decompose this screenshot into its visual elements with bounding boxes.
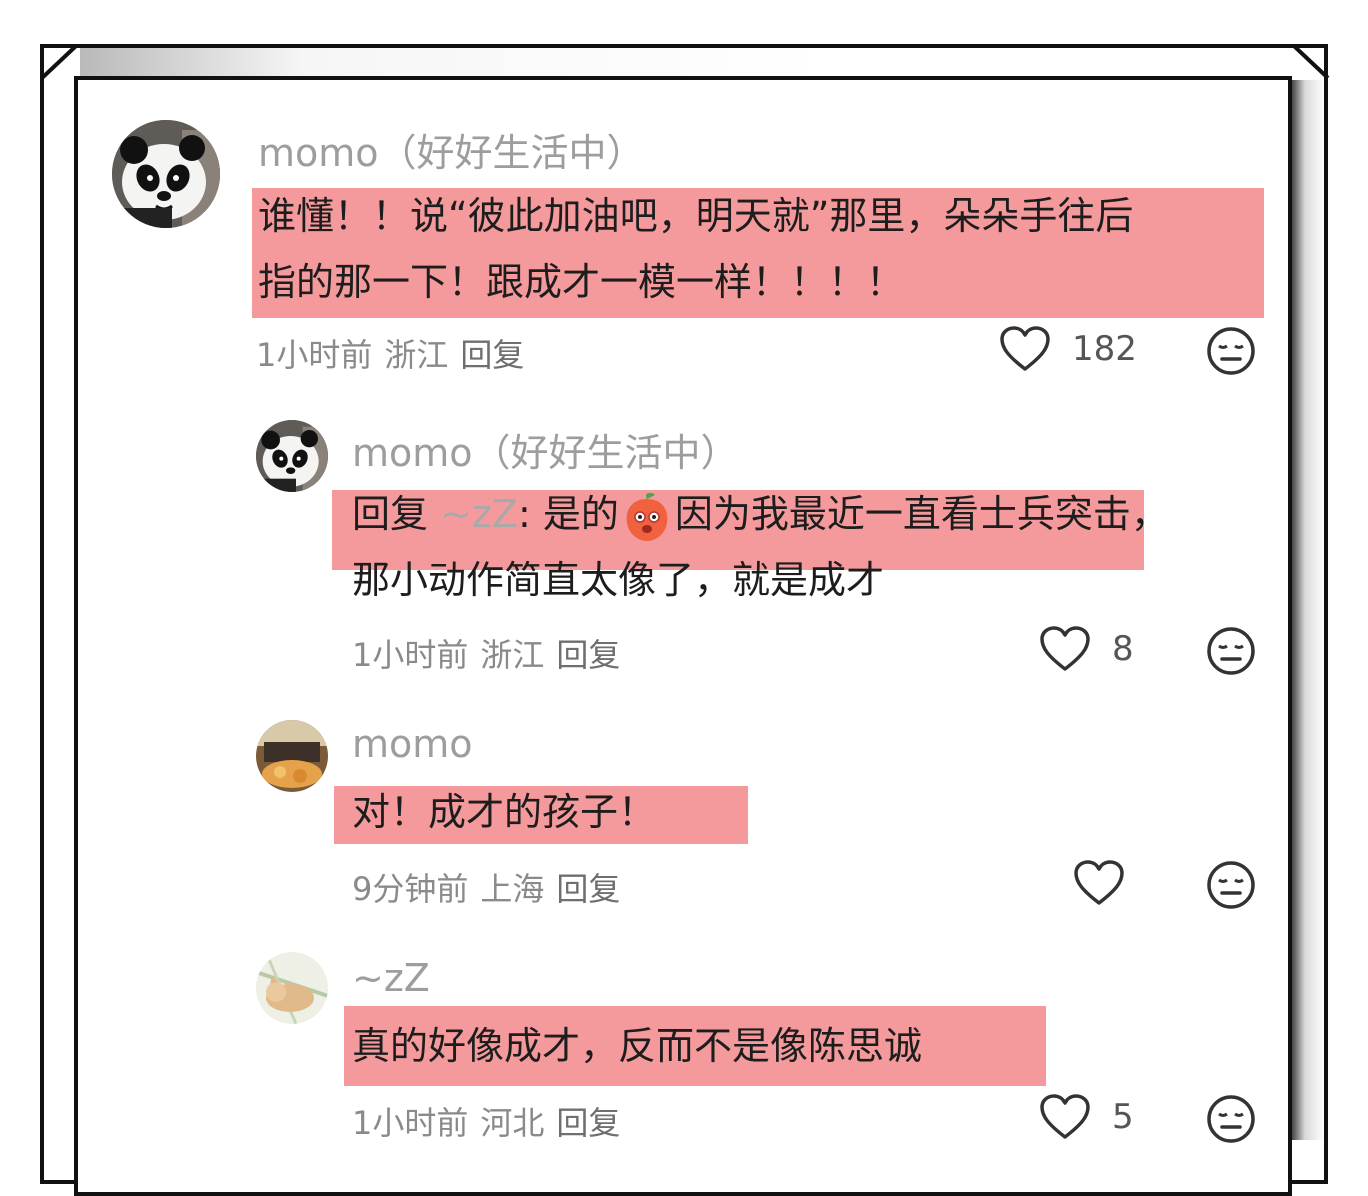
react-button[interactable] <box>1206 1094 1256 1144</box>
comment-location: 浙江 <box>384 336 449 374</box>
like-count: 182 <box>1072 329 1137 369</box>
like-button[interactable]: 8 <box>1040 626 1134 672</box>
heart-icon <box>1000 326 1050 371</box>
comment-time: 1小时前 <box>256 336 373 374</box>
comment-time: 1小时前 <box>352 1104 469 1142</box>
reply-button[interactable]: 回复 <box>460 336 524 374</box>
cat-photo-avatar-icon <box>256 952 328 1024</box>
mention-link[interactable]: ~zZ <box>440 492 518 536</box>
frame-top-shade <box>80 48 1320 76</box>
heart-icon <box>1074 860 1124 905</box>
comment-username[interactable]: momo（好好生活中） <box>352 422 739 477</box>
frame-corner-right <box>1292 44 1330 80</box>
avatar[interactable] <box>112 120 220 228</box>
neutral-face-icon <box>1207 627 1255 675</box>
comment-location: 浙江 <box>480 636 545 674</box>
reply-button[interactable]: 回复 <box>556 636 620 674</box>
comment-text-line: 谁懂！！说“彼此加油吧，明天就”那里，朵朵手往后 <box>258 194 1134 238</box>
react-button[interactable] <box>1206 326 1256 376</box>
comment-text-line: 对！成才的孩子！ <box>352 790 657 834</box>
reply-button[interactable]: 回复 <box>556 870 620 908</box>
avatar[interactable] <box>256 952 328 1024</box>
heart-icon <box>1040 626 1090 671</box>
like-button[interactable]: 182 <box>1000 326 1137 372</box>
panda-avatar-icon <box>256 420 328 492</box>
reply-prefix: 回复 <box>352 492 429 536</box>
like-count: 8 <box>1112 629 1134 669</box>
comment-text: 对！成才的孩子！ <box>352 779 656 845</box>
comment-text-line: 指的那一下！跟成才一模一样！！！！ <box>258 260 905 304</box>
comment-text-line: 那小动作简直太像了，就是成才 <box>352 558 885 602</box>
comment-text-line: 真的好像成才，反而不是像陈思诚 <box>352 1024 923 1068</box>
comment-meta: 1小时前 河北 回复 <box>352 1098 632 1144</box>
reply-button[interactable]: 回复 <box>556 1104 620 1142</box>
panda-avatar-icon <box>112 120 220 228</box>
neutral-face-icon <box>1207 861 1255 909</box>
react-button[interactable] <box>1206 626 1256 676</box>
comment-text: 谁懂！！说“彼此加油吧，明天就”那里，朵朵手往后 指的那一下！跟成才一模一样！！… <box>258 183 1133 315</box>
avatar[interactable] <box>256 720 328 792</box>
comment-location: 河北 <box>480 1104 545 1142</box>
comment-text-segment: 因为我最近一直看士兵突击， <box>674 492 1169 536</box>
react-button[interactable] <box>1206 860 1256 910</box>
food-photo-avatar-icon <box>256 720 328 792</box>
comment-username[interactable]: momo（好好生活中） <box>258 122 645 177</box>
comment-text-line: 回复 ~zZ: 是的 因为我最近一直看士兵突击， <box>352 481 1169 547</box>
neutral-face-icon <box>1207 327 1255 375</box>
neutral-face-icon <box>1207 1095 1255 1143</box>
comment-meta: 1小时前 浙江 回复 <box>352 630 632 676</box>
heart-icon <box>1040 1094 1090 1139</box>
comment-text: 回复 ~zZ: 是的 因为我最近一直看士兵突击， 那小动作简直太像了，就是成才 <box>352 481 1169 613</box>
comment-username[interactable]: ~zZ <box>352 956 430 1000</box>
comment-meta: 1小时前 浙江 回复 <box>256 330 536 376</box>
comment-text-segment: : 是的 <box>517 492 619 536</box>
comment-time: 1小时前 <box>352 636 469 674</box>
comment-username[interactable]: momo <box>352 722 473 766</box>
like-button[interactable]: 5 <box>1040 1094 1134 1140</box>
comment-text: 真的好像成才，反而不是像陈思诚 <box>352 1013 922 1079</box>
frame-right-shade <box>1292 80 1324 1140</box>
shy-peach-emoji-icon <box>626 492 668 541</box>
like-count: 5 <box>1112 1097 1134 1137</box>
like-button[interactable] <box>1074 860 1124 906</box>
avatar[interactable] <box>256 420 328 492</box>
comment-meta: 9分钟前 上海 回复 <box>352 864 632 910</box>
comment-location: 上海 <box>480 870 545 908</box>
comment-time: 9分钟前 <box>352 870 469 908</box>
frame-corner-left <box>40 44 78 80</box>
